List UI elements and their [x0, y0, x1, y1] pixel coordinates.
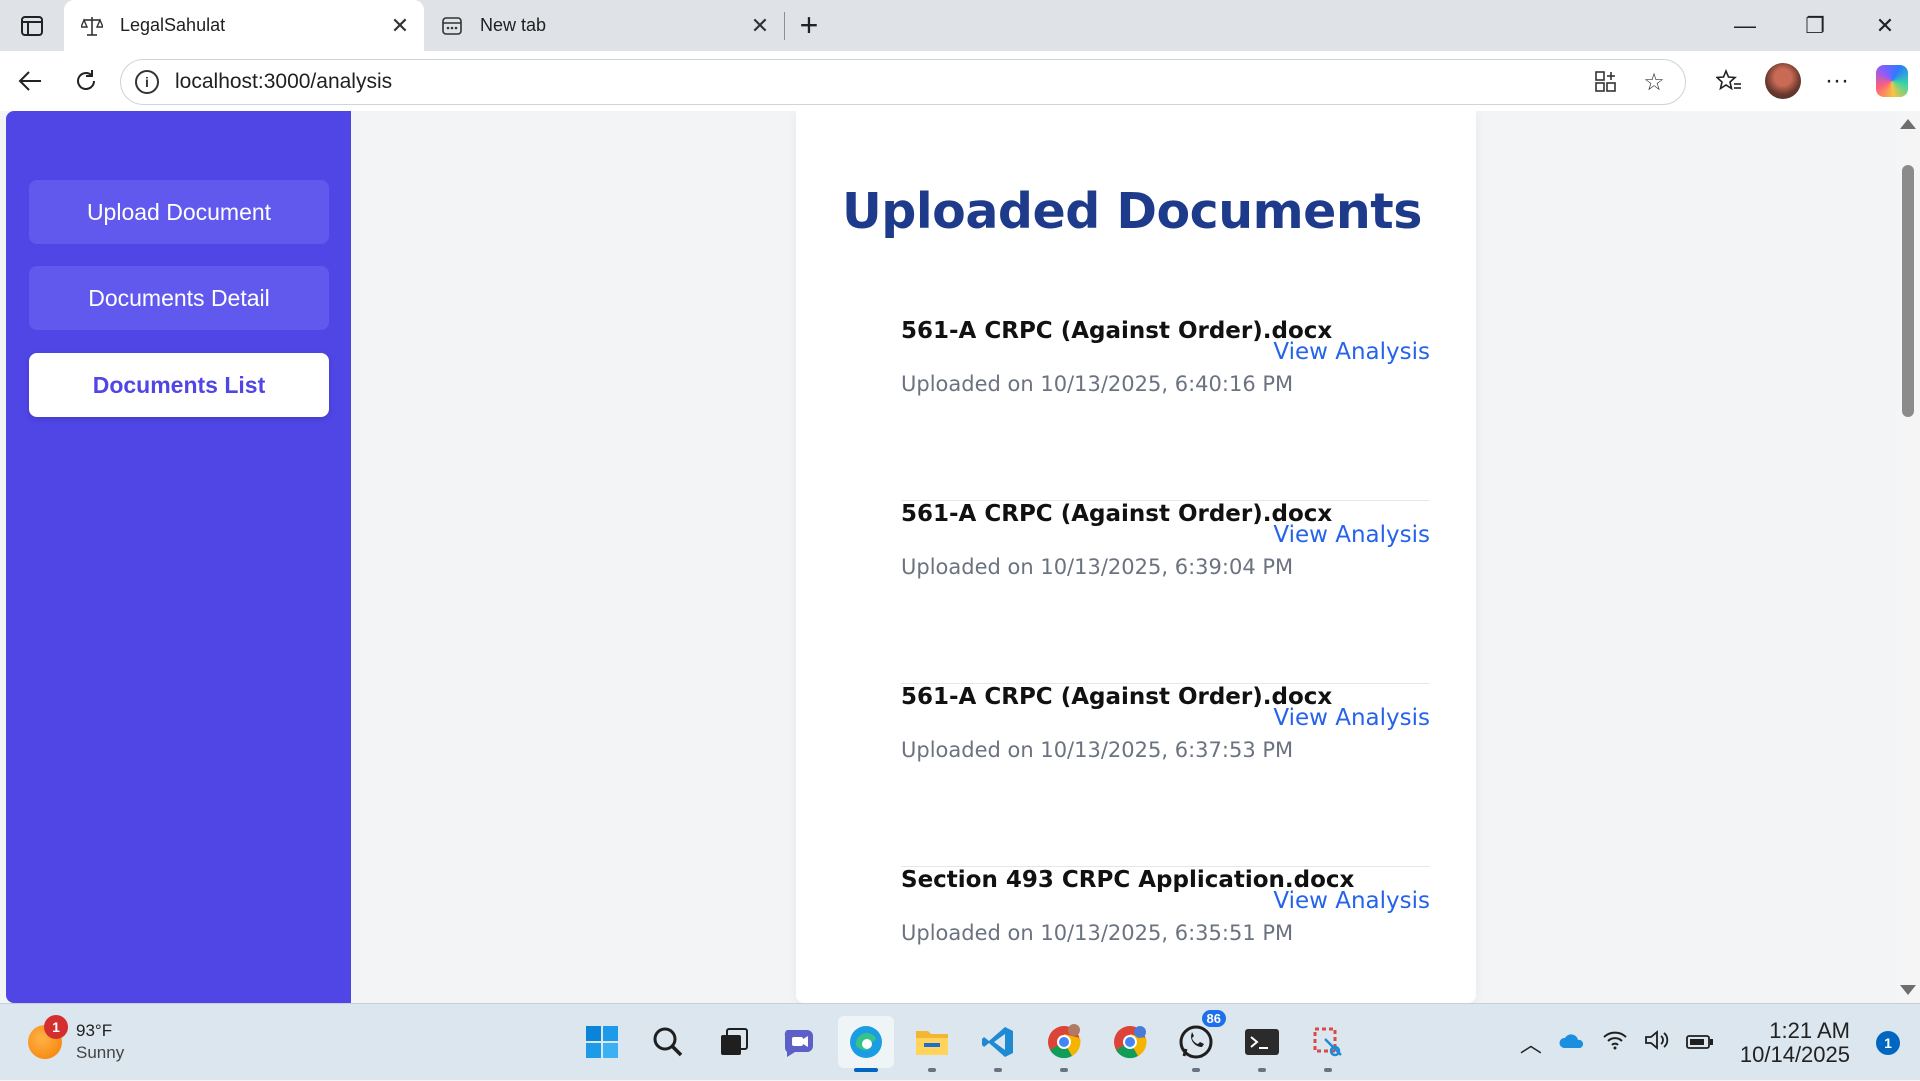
taskbar-apps: 86: [574, 1010, 1356, 1072]
start-icon[interactable]: [574, 1016, 630, 1068]
teams-chat-icon[interactable]: [772, 1016, 828, 1068]
close-icon[interactable]: ✕: [388, 13, 412, 38]
chevron-up-icon[interactable]: ︿: [1520, 1027, 1542, 1059]
documents-card: Uploaded Documents 561-A CRPC (Against O…: [796, 111, 1476, 1003]
taskbar: 1 93°F Sunny 86 ︿ 1:21 AM 10/14/2025 1: [0, 1003, 1920, 1080]
whatsapp-badge: 86: [1201, 1010, 1226, 1027]
edge-browser-icon[interactable]: [838, 1016, 894, 1072]
browser-tabbar: LegalSahulat ✕ New tab ✕ + — ❐ ✕: [0, 0, 1920, 51]
page-title: Uploaded Documents: [842, 183, 1422, 240]
weather-widget[interactable]: 1 93°F Sunny: [28, 1015, 125, 1064]
scroll-down-arrow-icon[interactable]: [1900, 985, 1916, 995]
scroll-thumb[interactable]: [1902, 165, 1914, 417]
view-analysis-link[interactable]: View Analysis: [1273, 888, 1430, 914]
system-tray: ︿ 1:21 AM 10/14/2025 1: [1512, 1004, 1920, 1081]
sidebar-item-documents-list[interactable]: Documents List: [29, 353, 329, 417]
vscode-icon[interactable]: [970, 1016, 1026, 1072]
window-close-icon[interactable]: ✕: [1850, 0, 1920, 51]
document-upload-date: Uploaded on 10/13/2025, 6:37:53 PM: [901, 738, 1294, 762]
tab-title: New tab: [480, 15, 547, 35]
page-viewport: Upload Document Documents Detail Documen…: [0, 111, 1920, 1003]
document-list-item: 561-A CRPC (Against Order).docx Uploaded…: [901, 318, 1430, 501]
terminal-icon[interactable]: [1234, 1016, 1290, 1072]
chrome-profile-icon[interactable]: [1102, 1016, 1158, 1068]
document-upload-date: Uploaded on 10/13/2025, 6:40:16 PM: [901, 372, 1294, 396]
notification-badge[interactable]: 1: [1876, 1030, 1900, 1055]
scroll-up-arrow-icon[interactable]: [1900, 119, 1916, 129]
url-text[interactable]: localhost:3000/analysis: [175, 70, 1591, 94]
tab-new-tab[interactable]: New tab ✕: [424, 0, 784, 51]
clock[interactable]: 1:21 AM 10/14/2025: [1732, 1017, 1858, 1067]
minimize-icon[interactable]: —: [1710, 0, 1780, 51]
sun-icon: 1: [28, 1015, 68, 1059]
window-controls: — ❐ ✕: [1710, 0, 1920, 51]
view-analysis-link[interactable]: View Analysis: [1273, 522, 1430, 548]
clock-date: 10/14/2025: [1739, 1041, 1850, 1067]
view-analysis-link[interactable]: View Analysis: [1273, 339, 1430, 365]
tab-title: LegalSahulat: [120, 15, 226, 35]
copilot-icon[interactable]: [1876, 65, 1908, 97]
document-name: 561-A CRPC (Against Order).docx: [901, 318, 1333, 344]
search-icon[interactable]: [640, 1016, 696, 1068]
tab-actions-button[interactable]: [0, 0, 64, 51]
sidebar-item-upload-document[interactable]: Upload Document: [29, 180, 329, 244]
tab-legalsahulat[interactable]: LegalSahulat ✕: [64, 0, 424, 51]
weather-temperature: 93°F: [76, 1021, 113, 1040]
app-available-icon[interactable]: [1591, 67, 1621, 97]
sidebar-item-documents-detail[interactable]: Documents Detail: [29, 266, 329, 330]
back-button[interactable]: [2, 53, 58, 109]
onedrive-icon[interactable]: [1558, 1030, 1586, 1056]
snipping-tool-icon[interactable]: [1300, 1016, 1356, 1072]
file-explorer-icon[interactable]: [904, 1016, 960, 1072]
newtab-icon: [440, 14, 464, 38]
document-name: 561-A CRPC (Against Order).docx: [901, 684, 1333, 710]
battery-icon[interactable]: [1685, 1030, 1714, 1056]
clock-time: 1:21 AM: [1769, 1017, 1850, 1043]
document-upload-date: Uploaded on 10/13/2025, 6:35:51 PM: [901, 921, 1294, 945]
document-list-item: 561-A CRPC (Against Order).docx Uploaded…: [901, 501, 1430, 684]
document-list-item: 561-A CRPC (Against Order).docx Uploaded…: [901, 684, 1430, 867]
document-name: 561-A CRPC (Against Order).docx: [901, 501, 1333, 527]
chrome-icon[interactable]: [1036, 1016, 1092, 1072]
back-arrow-icon: [18, 71, 41, 91]
wifi-icon[interactable]: [1602, 1030, 1628, 1056]
view-analysis-link[interactable]: View Analysis: [1273, 705, 1430, 731]
favorite-star-icon[interactable]: ☆: [1639, 67, 1669, 97]
close-icon[interactable]: ✕: [748, 13, 772, 38]
new-tab-button[interactable]: +: [785, 0, 833, 51]
weather-condition: Sunny: [76, 1043, 125, 1062]
address-bar-row: i localhost:3000/analysis ☆ ···: [0, 51, 1920, 111]
whatsapp-icon[interactable]: 86: [1168, 1010, 1226, 1072]
more-options-icon[interactable]: ···: [1810, 54, 1864, 108]
weather-badge: 1: [44, 1015, 68, 1039]
url-field[interactable]: i localhost:3000/analysis ☆: [120, 59, 1686, 105]
reload-icon: [77, 70, 95, 90]
page-scrollbar[interactable]: [1896, 111, 1920, 1003]
info-icon[interactable]: i: [135, 70, 159, 94]
browser-toolbar: ···: [1702, 51, 1920, 111]
reload-button[interactable]: [58, 53, 114, 109]
volume-icon[interactable]: [1644, 1029, 1670, 1057]
tab-actions-icon: [21, 15, 43, 36]
task-view-icon[interactable]: [706, 1016, 762, 1068]
restore-icon[interactable]: ❐: [1780, 0, 1850, 51]
sidebar: Upload Document Documents Detail Documen…: [6, 111, 351, 1003]
document-list-item: Section 493 CRPC Application.docx Upload…: [901, 867, 1430, 1003]
favorites-icon[interactable]: [1702, 54, 1756, 108]
scales-icon: [80, 14, 104, 38]
document-upload-date: Uploaded on 10/13/2025, 6:39:04 PM: [901, 555, 1294, 579]
profile-avatar[interactable]: [1765, 63, 1801, 99]
